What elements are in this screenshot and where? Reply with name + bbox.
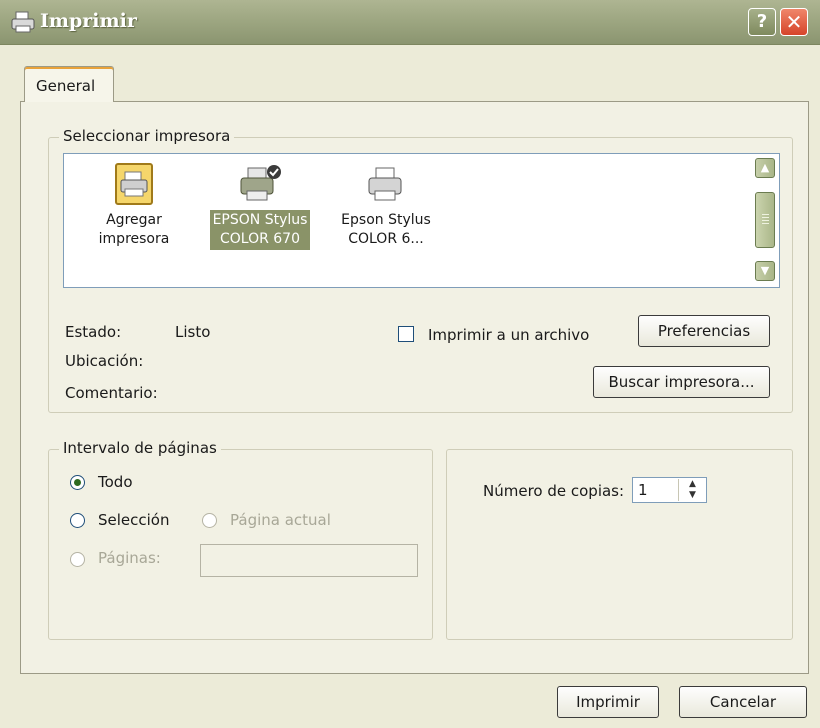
printer-label-line1: Agregar	[106, 212, 162, 228]
printer-item-add[interactable]: Agregar impresora	[84, 162, 184, 250]
printer-label-line1: Epson Stylus	[341, 212, 431, 228]
printer-label-line2: impresora	[98, 231, 170, 247]
copies-spinner[interactable]: ▲ ▼	[678, 479, 706, 501]
radio-current-page[interactable]	[202, 513, 217, 528]
find-printer-button[interactable]: Buscar impresora...	[593, 366, 770, 398]
printer-list-scrollbar[interactable]: ▲ ▼	[755, 158, 777, 283]
tab-general[interactable]: General	[24, 66, 114, 102]
radio-selection[interactable]	[70, 513, 85, 528]
radio-current-page-label: Página actual	[230, 511, 331, 529]
printer-item-epson-670[interactable]: EPSON Stylus COLOR 670	[202, 162, 318, 250]
title-bar: Imprimir ? ✕	[0, 0, 820, 45]
radio-pages-label: Páginas:	[98, 549, 161, 567]
radio-pages[interactable]	[70, 552, 85, 567]
tab-general-label: General	[36, 77, 96, 95]
printer-default-icon	[240, 165, 281, 201]
printer-icon	[368, 167, 402, 201]
copies-down-arrow[interactable]: ▼	[679, 490, 706, 501]
copies-group	[446, 449, 793, 640]
close-button[interactable]: ✕	[780, 8, 808, 36]
printer-label-line1: EPSON Stylus	[212, 212, 308, 228]
copies-label: Número de copias:	[483, 482, 625, 500]
preferences-button[interactable]: Preferencias	[638, 315, 770, 347]
copies-input[interactable]: 1 ▲ ▼	[632, 477, 707, 503]
status-label: Estado:	[65, 323, 122, 341]
radio-all-label[interactable]: Todo	[98, 473, 133, 491]
pages-input[interactable]	[200, 544, 418, 577]
status-value: Listo	[175, 323, 211, 341]
comment-label: Comentario:	[65, 384, 158, 402]
page-range-group-label: Intervalo de páginas	[59, 439, 221, 457]
location-label: Ubicación:	[65, 352, 144, 370]
print-to-file-label[interactable]: Imprimir a un archivo	[428, 326, 589, 344]
copies-value: 1	[638, 481, 648, 499]
help-button[interactable]: ?	[748, 8, 776, 36]
printer-label-line2: COLOR 670	[219, 231, 300, 247]
printer-list[interactable]: Agregar impresora EPSON Stylus COLOR 670…	[63, 153, 780, 288]
copies-up-arrow[interactable]: ▲	[679, 479, 706, 490]
printer-label-line2: COLOR 6...	[348, 231, 424, 247]
printer-item-epson-6[interactable]: Epson Stylus COLOR 6...	[336, 162, 436, 250]
add-printer-icon	[115, 163, 153, 205]
radio-selection-label[interactable]: Selección	[98, 511, 170, 529]
scroll-thumb[interactable]	[755, 192, 775, 248]
scroll-down-button[interactable]: ▼	[755, 261, 775, 281]
printer-icon	[11, 11, 35, 33]
select-printer-group-label: Seleccionar impresora	[59, 127, 235, 145]
print-to-file-checkbox[interactable]	[398, 326, 414, 342]
window-title: Imprimir	[40, 10, 137, 32]
radio-all[interactable]	[70, 475, 85, 490]
print-button[interactable]: Imprimir	[557, 686, 659, 718]
scroll-up-button[interactable]: ▲	[755, 158, 775, 178]
cancel-button[interactable]: Cancelar	[679, 686, 807, 718]
